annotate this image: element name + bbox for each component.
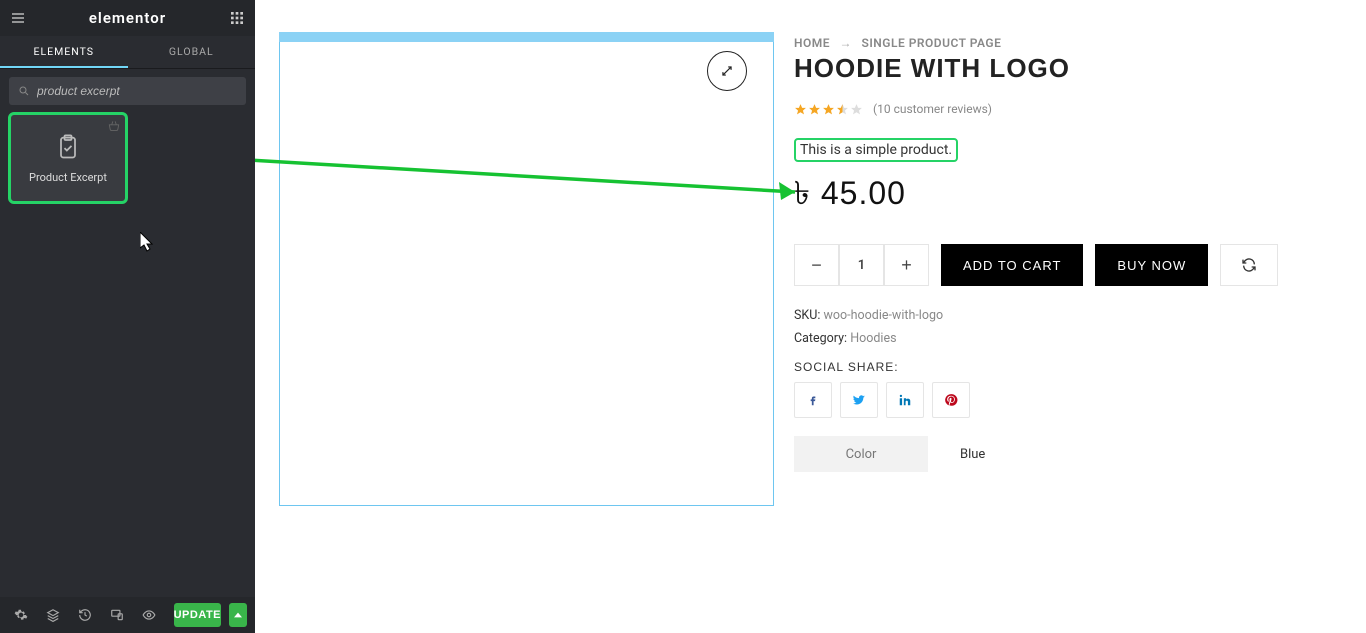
breadcrumb-home[interactable]: HOME xyxy=(794,36,830,50)
qty-increase-button[interactable]: + xyxy=(884,244,929,286)
reviews-link[interactable]: (10 customer reviews) xyxy=(873,102,992,116)
add-to-cart-button[interactable]: ADD TO CART xyxy=(941,244,1083,286)
tab-global[interactable]: GLOBAL xyxy=(128,36,256,68)
star-rating xyxy=(794,103,863,116)
star-icon xyxy=(808,103,821,116)
share-twitter[interactable] xyxy=(840,382,878,418)
search-icon xyxy=(18,85,30,97)
share-facebook[interactable] xyxy=(794,382,832,418)
shopping-basket-icon xyxy=(107,119,121,133)
settings-icon[interactable] xyxy=(8,602,34,628)
attribute-label: Color xyxy=(794,436,928,472)
breadcrumb: HOME → SINGLE PRODUCT PAGE xyxy=(794,36,1342,50)
twitter-icon xyxy=(852,393,866,407)
linkedin-icon xyxy=(898,393,912,407)
tab-elements[interactable]: ELEMENTS xyxy=(0,36,128,68)
pinterest-icon xyxy=(944,393,958,407)
product-excerpt: This is a simple product. xyxy=(794,138,958,162)
widget-product-excerpt[interactable]: Product Excerpt xyxy=(9,113,127,203)
social-share-label: SOCIAL SHARE: xyxy=(794,360,1342,374)
attribute-value: Blue xyxy=(928,436,1342,472)
qty-value: 1 xyxy=(839,244,884,286)
qty-decrease-button[interactable]: − xyxy=(794,244,839,286)
sku-meta: SKU: woo-hoodie-with-logo xyxy=(794,308,1342,323)
responsive-icon[interactable] xyxy=(104,602,130,628)
section-drag-handle[interactable] xyxy=(279,32,774,42)
star-icon xyxy=(822,103,835,116)
compare-button[interactable] xyxy=(1220,244,1278,286)
widget-label: Product Excerpt xyxy=(29,171,107,184)
product-price: ৳ 45.00 xyxy=(794,168,1342,222)
star-empty-icon xyxy=(850,103,863,116)
update-dropdown-button[interactable] xyxy=(229,603,247,627)
expand-icon xyxy=(720,64,734,78)
history-icon[interactable] xyxy=(72,602,98,628)
preview-icon[interactable] xyxy=(136,602,162,628)
navigator-icon[interactable] xyxy=(40,602,66,628)
widget-search-input[interactable] xyxy=(9,77,246,105)
clipboard-icon xyxy=(54,133,82,161)
chevron-right-icon: → xyxy=(840,36,853,50)
share-linkedin[interactable] xyxy=(886,382,924,418)
product-title: HOODIE WITH LOGO xyxy=(794,53,1342,84)
breadcrumb-current: SINGLE PRODUCT PAGE xyxy=(862,36,1002,50)
hamburger-menu-icon[interactable] xyxy=(10,10,26,26)
logo: elementor xyxy=(26,9,229,27)
attribute-row-color: Color Blue xyxy=(794,436,1342,472)
zoom-button[interactable] xyxy=(707,51,747,91)
share-pinterest[interactable] xyxy=(932,382,970,418)
refresh-icon xyxy=(1241,257,1257,273)
quantity-stepper: − 1 + xyxy=(794,244,929,286)
category-meta: Category: Hoodies xyxy=(794,331,1342,346)
update-button[interactable]: UPDATE xyxy=(174,603,221,627)
star-icon xyxy=(794,103,807,116)
facebook-icon xyxy=(806,393,820,407)
star-half-icon xyxy=(836,103,849,116)
product-image-section[interactable] xyxy=(279,32,774,506)
buy-now-button[interactable]: BUY NOW xyxy=(1095,244,1208,286)
apps-grid-icon[interactable] xyxy=(229,10,245,26)
